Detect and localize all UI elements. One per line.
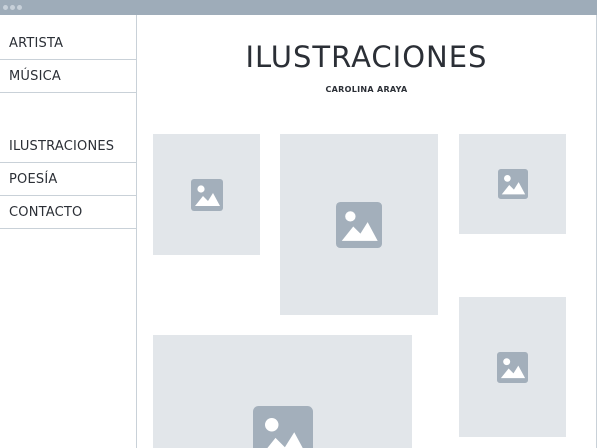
gallery-image-4[interactable] [459,297,566,437]
sidebar-item-artista[interactable]: ARTISTA [0,27,136,60]
close-window-button[interactable] [3,5,8,10]
window-titlebar [0,0,597,15]
maximize-window-button[interactable] [17,5,22,10]
sidebar-primary-group: ARTISTA MÚSICA [0,27,136,93]
sidebar-item-poesia[interactable]: POESÍA [0,163,136,196]
sidebar-item-ilustraciones[interactable]: ILUSTRACIONES [0,130,136,163]
sidebar-nav: ARTISTA MÚSICA ILUSTRACIONES POESÍA CONT… [0,15,137,448]
minimize-window-button[interactable] [10,5,15,10]
gallery-image-3[interactable] [459,134,566,234]
sidebar-item-musica[interactable]: MÚSICA [0,60,136,93]
image-icon [336,201,382,248]
sidebar-secondary-group: ILUSTRACIONES POESÍA CONTACTO [0,130,136,229]
page-subtitle: CAROLINA ARAYA [325,85,408,94]
image-icon [497,351,528,383]
page-title: ILUSTRACIONES [245,40,488,74]
gallery-image-5[interactable] [153,335,412,448]
image-icon [497,169,528,199]
gallery-image-2[interactable] [280,134,438,315]
sidebar-item-contacto[interactable]: CONTACTO [0,196,136,229]
image-icon [252,406,313,448]
image-icon [190,178,223,211]
gallery-image-1[interactable] [153,134,260,255]
